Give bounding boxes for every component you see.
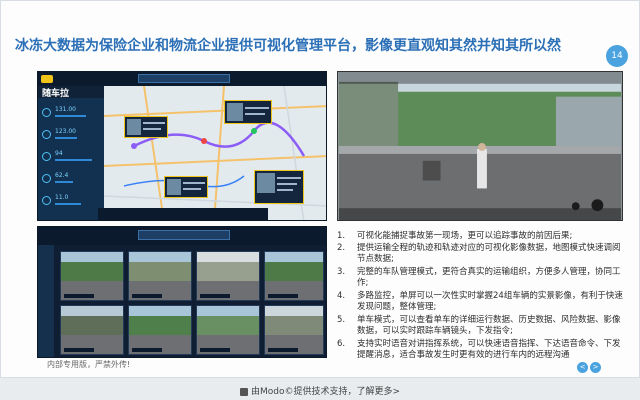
stat-bar (55, 203, 81, 205)
stat-row: 94 (42, 150, 100, 164)
map-dashboard-screenshot: 随车拉 131.00 123.00 94 62.4 11.0 (37, 71, 327, 221)
stat-value: 11.0 (55, 194, 69, 201)
vehicle-popup[interactable] (254, 170, 304, 204)
footer-bar: 由Modo©提供技术支持，了解更多> (0, 380, 640, 400)
stat-bar (55, 115, 86, 117)
camera-cell[interactable] (196, 305, 260, 355)
camera-cell[interactable] (264, 251, 324, 301)
street-camera-image (338, 72, 622, 220)
stat-gauge-icon (42, 196, 51, 205)
modo-logo-icon (239, 387, 248, 396)
camera-cell[interactable] (128, 305, 192, 355)
stat-value: 123.00 (55, 128, 76, 135)
stat-row: 123.00 (42, 128, 100, 142)
stat-gauge-icon (42, 152, 51, 161)
list-text: 可视化能捕捉事故第一现场，更可以追踪事故的前因后果; (357, 231, 573, 241)
list-number: 4. (337, 291, 346, 301)
list-number: 3. (337, 267, 346, 277)
footer-link[interactable]: 由Modo©提供技术支持，了解更多> (0, 384, 640, 397)
camera-view-screenshot (337, 71, 623, 221)
camera-cell[interactable] (60, 251, 124, 301)
list-text: 支持实时语音对讲指挥系统，可以快速语音指挥、下达语音命令、下发提醒消息，适合事故… (357, 339, 621, 360)
stat-row: 62.4 (42, 172, 100, 186)
stat-value: 62.4 (55, 172, 69, 179)
multi-camera-grid-screenshot (37, 226, 327, 358)
list-number: 1. (337, 231, 346, 241)
list-text: 多路监控，单屏可以一次性实时掌握24组车辆的实景影像，有利于快速发现问题，整体管… (357, 291, 623, 312)
camera-cell[interactable] (196, 251, 260, 301)
stats-sidebar: 131.00 123.00 94 62.4 11.0 (38, 98, 104, 220)
playback-controls[interactable] (98, 208, 268, 220)
list-number: 2. (337, 243, 346, 253)
list-text: 提供运输全程的轨迹和轨迹对应的可视化影像数据，地图模式快速调阅节点数据; (357, 243, 621, 264)
prev-slide-button[interactable]: < (577, 362, 588, 373)
stat-bar (55, 137, 77, 139)
slide-title: 冰冻大数据为保险企业和物流企业提供可视化管理平台，影像更直观知其然并知其所以然 (15, 38, 561, 54)
internal-use-note: 内部专用版，严禁外传! (47, 360, 131, 369)
list-text: 单车模式，可以查看单车的详细运行数据、历史数据、风险数据、影像数据，可以实时跟踪… (357, 315, 621, 336)
stat-row: 131.00 (42, 106, 100, 120)
brand-logo-icon (41, 75, 53, 83)
stat-gauge-icon (42, 108, 51, 117)
slide: 冰冻大数据为保险企业和物流企业提供可视化管理平台，影像更直观知其然并知其所以然 … (0, 0, 640, 378)
page-number-badge: 14 (606, 45, 628, 67)
list-number: 6. (337, 339, 346, 349)
camera-cell[interactable] (60, 305, 124, 355)
camera-cell[interactable] (128, 251, 192, 301)
grid-title-bar (138, 230, 230, 240)
vehicle-popup[interactable] (164, 176, 208, 198)
stat-value: 94 (55, 150, 63, 157)
dashboard-title-bar (138, 74, 230, 83)
stat-value: 131.00 (55, 106, 76, 113)
list-text: 完整的车队管理模式，更符合真实的运输组织，方便多人管理，协同工作; (357, 267, 621, 288)
stat-bar (55, 181, 73, 183)
stat-gauge-icon (42, 130, 51, 139)
route-map[interactable] (104, 86, 326, 220)
vehicle-popup[interactable] (124, 116, 168, 138)
footer-text: 由Modo©提供技术支持，了解更多> (250, 387, 401, 397)
stat-bar (55, 159, 92, 161)
grid-sidebar (38, 245, 54, 357)
vehicle-popup[interactable] (224, 100, 272, 124)
next-slide-button[interactable]: > (590, 362, 601, 373)
stat-row: 11.0 (42, 194, 100, 208)
stat-gauge-icon (42, 174, 51, 183)
camera-cell[interactable] (264, 305, 324, 355)
list-number: 5. (337, 315, 346, 325)
